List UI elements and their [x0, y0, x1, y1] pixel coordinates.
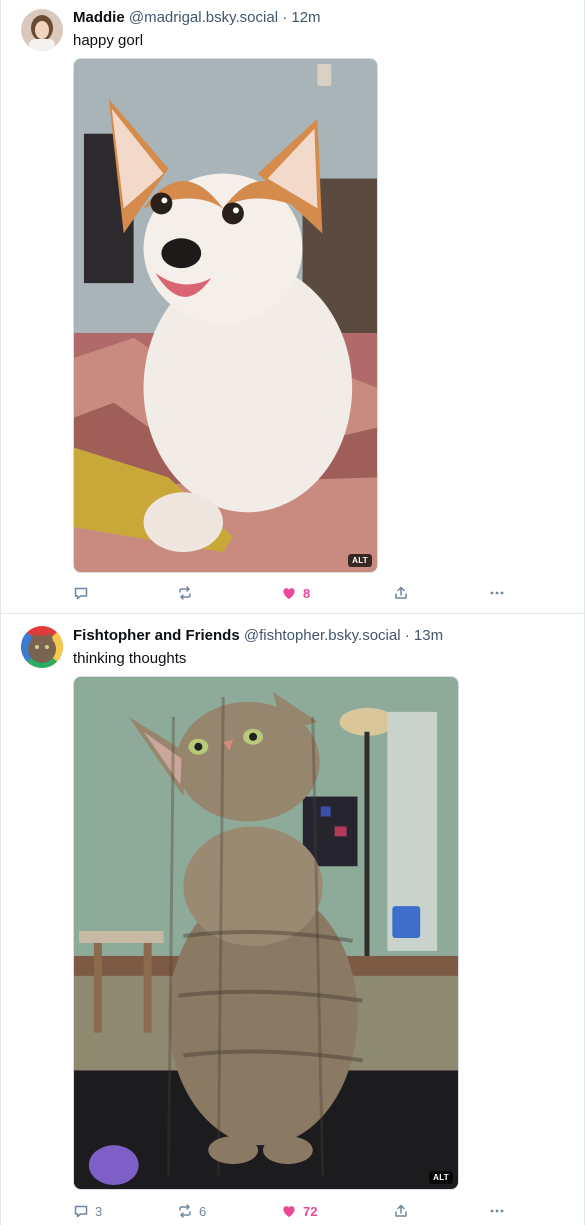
- repost-button[interactable]: [177, 582, 199, 604]
- header-separator: ·: [404, 627, 410, 644]
- reply-count: 3: [95, 1203, 103, 1219]
- like-button[interactable]: 72: [281, 1200, 317, 1222]
- post-timestamp[interactable]: 13m: [414, 627, 443, 644]
- repost-count: 6: [199, 1203, 207, 1219]
- alt-text-badge[interactable]: ALT: [348, 554, 372, 567]
- heart-icon: [283, 1206, 295, 1217]
- more-icon: [490, 591, 504, 595]
- share-icon: [395, 1204, 407, 1217]
- share-button[interactable]: [393, 582, 409, 604]
- like-count: 72: [303, 1203, 318, 1219]
- author-name[interactable]: Fishtopher and Friends: [73, 627, 240, 644]
- alt-text-badge[interactable]: ALT: [429, 1171, 453, 1184]
- post-image[interactable]: ALT: [73, 58, 378, 573]
- more-icon: [490, 1209, 504, 1213]
- author-avatar[interactable]: [21, 9, 63, 51]
- more-options-button[interactable]: [489, 1200, 505, 1222]
- share-icon: [395, 586, 407, 599]
- post-actions: 3 6 72: [73, 1200, 513, 1222]
- post-image[interactable]: ALT: [73, 676, 459, 1190]
- repost-icon: [179, 586, 191, 600]
- reply-button[interactable]: [73, 582, 95, 604]
- reply-icon: [74, 587, 88, 600]
- heart-icon: [283, 588, 295, 599]
- post-header: Maddie @madrigal.bsky.social · 12m: [73, 9, 572, 27]
- more-options-button[interactable]: [489, 582, 505, 604]
- post-header: Fishtopher and Friends @fishtopher.bsky.…: [73, 627, 572, 645]
- feed-post[interactable]: Fishtopher and Friends @fishtopher.bsky.…: [1, 615, 584, 1225]
- author-name[interactable]: Maddie: [73, 9, 125, 26]
- corgi-photo: [74, 59, 377, 572]
- post-text: happy gorl: [73, 32, 144, 49]
- post-feed: Maddie @madrigal.bsky.social · 12m happy…: [0, 0, 585, 1225]
- feed-post[interactable]: Maddie @madrigal.bsky.social · 12m happy…: [1, 0, 584, 614]
- like-count: 8: [303, 585, 311, 601]
- author-avatar[interactable]: [21, 626, 63, 668]
- author-handle[interactable]: @madrigal.bsky.social: [129, 9, 278, 26]
- repost-button[interactable]: 6: [177, 1200, 206, 1222]
- post-timestamp[interactable]: 12m: [291, 9, 320, 26]
- cat-photo: [74, 677, 458, 1189]
- like-button[interactable]: 8: [281, 582, 310, 604]
- post-text: thinking thoughts: [73, 650, 187, 667]
- author-handle[interactable]: @fishtopher.bsky.social: [244, 627, 401, 644]
- header-separator: ·: [282, 9, 288, 26]
- post-actions: 8: [73, 582, 513, 604]
- reply-icon: [74, 1205, 88, 1218]
- share-button[interactable]: [393, 1200, 409, 1222]
- repost-icon: [179, 1204, 191, 1218]
- reply-button[interactable]: 3: [73, 1200, 102, 1222]
